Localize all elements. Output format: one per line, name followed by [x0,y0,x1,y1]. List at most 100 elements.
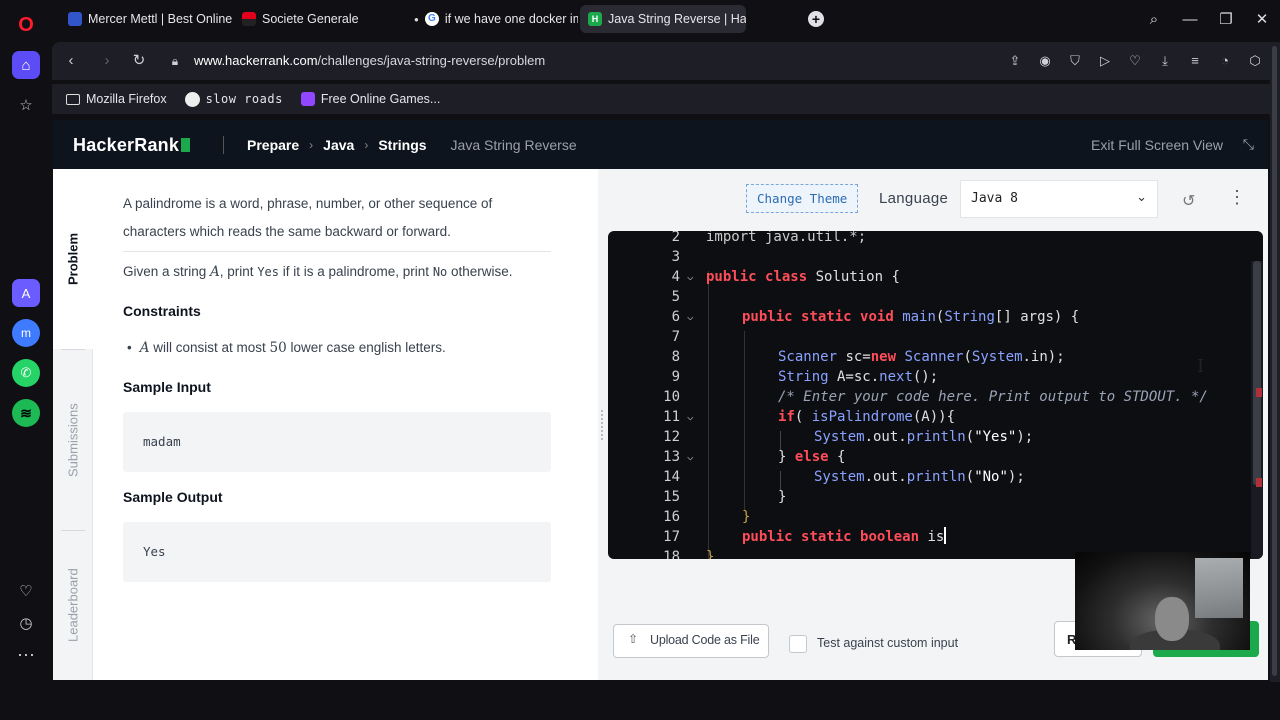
indent-guide [708,271,709,559]
new-tab-button[interactable]: + [808,11,824,27]
code-text: import java.util.*; [706,231,867,245]
language-select[interactable]: Java 8 ⌄ [960,180,1158,218]
tab-mercer-mettl[interactable]: Mercer Mettl | Best Online [60,5,232,33]
search-tabs-icon[interactable]: ⌕ [1136,0,1172,38]
change-theme-button[interactable]: Change Theme [746,184,859,213]
exit-fullscreen-link[interactable]: Exit Full Screen View [1091,137,1223,153]
extensions-icon[interactable]: ⬡ [1246,51,1264,71]
breadcrumb: Prepare › Java › Strings › Java String R… [247,137,577,153]
tab-societe-generale[interactable]: Societe Generale [234,5,404,33]
line-number: 17 [663,529,680,545]
url-domain: www.hackerrank.com [194,53,318,68]
kebab-menu-icon[interactable]: ⋮ [1228,188,1246,206]
bookmark-label: Mozilla Firefox [86,92,167,106]
toolbar-icons: ⇪ ◉ ⛉ ▷ ♡ ⤓ ≡ ◔ ⬡ [1006,51,1264,71]
minimize-button[interactable]: — [1172,0,1208,38]
lock-icon[interactable]: 🔒︎ [165,51,185,71]
tab-title: Societe Generale [262,12,359,26]
tab-submissions[interactable]: Submissions [53,350,93,530]
camera-icon[interactable]: ◉ [1036,51,1054,71]
download-icon[interactable]: ⤓ [1156,51,1174,71]
line-number: 14 [663,469,680,485]
fold-chevron-icon[interactable]: ⌵ [687,447,694,467]
menu-icon[interactable]: ≡ [1186,51,1204,71]
constraint-text: will consist at most [149,340,270,355]
tab-google-search[interactable]: ● G if we have one docker ima [406,5,578,33]
code-text: if( isPalindrome(A)){ [778,409,956,425]
bookmark-mozilla-firefox[interactable]: Mozilla Firefox [66,92,167,106]
code-line: if( isPalindrome(A)){ [778,407,955,427]
collapse-arrows-icon[interactable]: ⤡ [1243,136,1254,153]
twitch-icon [300,92,315,106]
page-scrollbar[interactable] [1270,42,1280,682]
heart-icon[interactable]: ♡ [12,577,40,605]
page-scrollbar-thumb[interactable] [1272,46,1277,676]
profile-icon[interactable]: ◔ [1216,51,1234,71]
reload-icon[interactable]: ↻ [129,51,149,71]
webcam-person-head [1155,597,1189,641]
mouse-ibeam-cursor-icon: I [1197,356,1205,377]
share-icon[interactable]: ⇪ [1006,51,1024,71]
url-field[interactable]: www.hackerrank.com/challenges/java-strin… [194,53,545,68]
line-number: 12 [663,429,680,445]
line-number: 3 [671,249,680,265]
code-text: } [778,489,787,505]
code-scrollbar[interactable] [1251,261,1263,559]
breadcrumb-prepare[interactable]: Prepare [247,137,299,153]
task-text: if it is a palindrome, print [279,264,433,279]
line-number: 11 [663,409,680,425]
sample-output-block: Yes [123,522,551,582]
globe-icon [184,91,200,107]
custom-input-checkbox[interactable] [789,635,807,653]
tab-problem[interactable]: Problem [53,169,93,349]
code-scrollbar-thumb[interactable] [1253,261,1261,485]
language-label: Language [879,190,949,207]
star-icon[interactable]: ☆ [12,91,40,119]
constraint-text: lower case english letters. [286,340,446,355]
tab-hackerrank-active[interactable]: H Java String Reverse | Hack [580,5,746,33]
aria-icon[interactable]: A [12,279,40,307]
shield-icon[interactable]: ⛉ [1066,51,1084,71]
forward-icon[interactable]: › [97,51,117,71]
spotify-icon[interactable]: ≋ [12,399,40,427]
breadcrumb-strings[interactable]: Strings [378,137,426,153]
text-cursor [944,527,946,544]
home-icon[interactable]: ⌂ [12,51,40,79]
messenger-icon[interactable]: m [12,319,40,347]
fold-chevron-icon[interactable]: ⌵ [687,267,694,287]
hackerrank-logo[interactable]: HackerRank [73,135,191,156]
close-window-button[interactable]: ✕ [1244,0,1280,38]
play-icon[interactable]: ▷ [1096,51,1114,71]
back-icon[interactable]: ‹ [61,51,81,71]
bookmark-free-online-games[interactable]: Free Online Games... [300,92,440,106]
maximize-button[interactable]: ❐ [1208,0,1244,38]
code-text: Scanner sc=new Scanner(System.in); [778,349,1065,365]
problem-statement: A palindrome is a word, phrase, number, … [93,169,593,680]
sample-input-heading: Sample Input [123,379,211,395]
code-text: public static boolean is [742,529,945,545]
history-icon[interactable]: ↺ [1182,191,1195,211]
tab-leaderboard[interactable]: Leaderboard [53,531,93,680]
logo-mark-icon [181,138,191,152]
constraints-heading: Constraints [123,303,201,319]
header-divider [223,136,224,154]
opera-logo-icon[interactable]: O [12,11,40,39]
fold-chevron-icon[interactable]: ⌵ [687,407,694,427]
code-text: public static void main(String[] args) { [742,309,1080,325]
pane-resizer[interactable] [598,169,608,680]
whatsapp-icon[interactable]: ✆ [12,359,40,387]
fold-chevron-icon[interactable]: ⌵ [687,307,694,327]
line-number: 8 [671,349,680,365]
task-text: , print [219,264,258,279]
math-number: 50 [269,340,287,356]
history-clock-icon[interactable]: ◷ [12,609,40,637]
code-area[interactable]: 2 import java.util.*; 3 4 ⌵ public class… [608,231,1263,559]
code-line: } [706,547,714,559]
tab-title: if we have one docker ima [444,12,578,26]
bookmark-slow-roads[interactable]: slow roads [184,91,283,107]
upload-code-button[interactable]: ⇧ Upload Code as File [613,624,769,658]
heart-icon[interactable]: ♡ [1126,51,1144,71]
breadcrumb-java[interactable]: Java [323,137,354,153]
more-icon[interactable]: ⋯ [12,641,40,669]
code-text: String A=sc.next(); [778,369,939,385]
